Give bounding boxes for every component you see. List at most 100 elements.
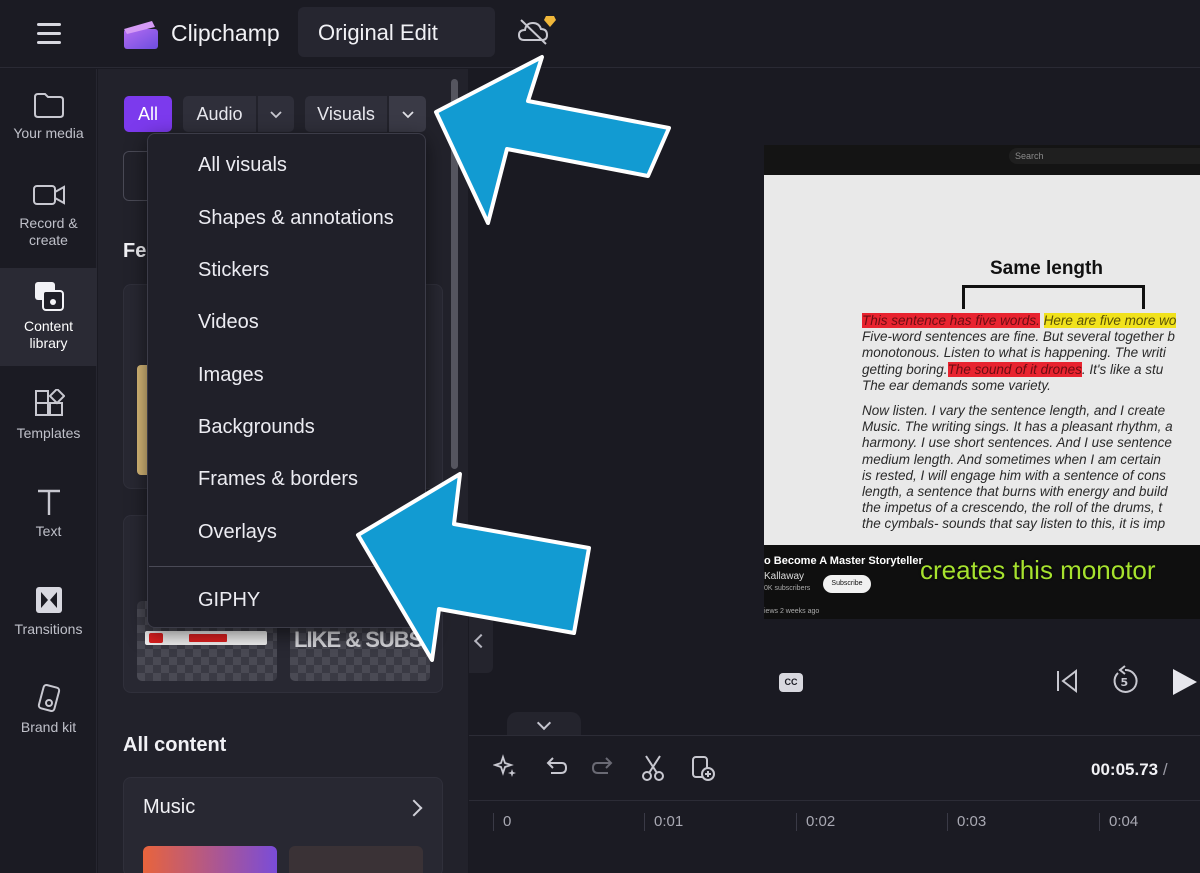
- video-line: . It's like a stu: [1081, 361, 1164, 377]
- cloud-offline-premium-icon[interactable]: [516, 14, 556, 48]
- folder-icon: [33, 93, 64, 118]
- video-bracket: [962, 285, 1145, 309]
- video-line: Five-word sentences are fine. But severa…: [862, 329, 1175, 345]
- rail-label: Text: [35, 523, 62, 539]
- timeline-toolbar: 00:05.73 /: [469, 736, 1200, 800]
- video-line: The ear demands some variety.: [862, 377, 1051, 393]
- video-line: Music. The writing sings. It has a pleas…: [862, 419, 1173, 435]
- rail-item-your-media[interactable]: Your media: [0, 91, 97, 161]
- top-bar: Clipchamp Original Edit: [0, 0, 1200, 68]
- skip-to-start-icon[interactable]: [1054, 667, 1080, 695]
- highlight-red: The sound of it drones: [947, 361, 1082, 377]
- video-line: is rested, I will engage him with a sent…: [862, 467, 1166, 483]
- menu-item-backgrounds[interactable]: Backgrounds: [198, 416, 315, 439]
- ruler-tick: 0:02: [796, 813, 835, 831]
- rewind-5-seconds-icon[interactable]: 5: [1109, 665, 1141, 697]
- video-camera-icon: [32, 185, 65, 205]
- closed-captions-button[interactable]: CC: [779, 673, 803, 692]
- menu-item-overlays[interactable]: Overlays: [198, 521, 277, 544]
- menu-item-images[interactable]: Images: [198, 364, 264, 387]
- visuals-dropdown-button[interactable]: [389, 96, 426, 132]
- yt-channel-name: Kallaway: [764, 571, 805, 582]
- brand-kit-icon: [37, 684, 60, 712]
- video-line: getting boring.: [862, 361, 948, 377]
- scissors-split-icon[interactable]: [640, 754, 666, 782]
- magic-sparkle-icon[interactable]: [493, 754, 519, 780]
- video-browser-bar: Search: [764, 145, 1200, 175]
- svg-text:5: 5: [1121, 676, 1129, 689]
- yt-subscribe-button: Subscribe: [823, 575, 871, 593]
- menu-item-giphy[interactable]: GIPHY: [198, 589, 260, 612]
- video-line: the impetus of a crescendo, the roll of …: [862, 500, 1163, 516]
- ruler-tick: 0:04: [1099, 813, 1138, 831]
- highlight-red: This sentence has five words.: [862, 313, 1040, 328]
- visuals-dropdown-menu: All visuals Shapes & annotations Sticker…: [147, 133, 426, 628]
- rail-label: Transitions: [14, 621, 83, 637]
- preview-area: Search Same length This sentence has fiv…: [469, 69, 1200, 736]
- music-thumbnail[interactable]: [143, 846, 277, 873]
- rail-label: Brand kit: [20, 719, 77, 735]
- video-text-block: This sentence has five words. Here are f…: [862, 313, 1200, 542]
- video-search-box: Search: [1009, 148, 1200, 164]
- templates-icon: [34, 389, 65, 416]
- time-separator: /: [1158, 760, 1168, 779]
- menu-item-videos[interactable]: Videos: [198, 311, 259, 334]
- video-heading: Same length: [990, 258, 1103, 279]
- rail-label: Templates: [16, 425, 81, 441]
- undo-icon[interactable]: [542, 754, 568, 780]
- menu-item-all-visuals[interactable]: All visuals: [198, 154, 287, 177]
- filter-tab-audio[interactable]: Audio: [183, 96, 256, 132]
- menu-item-shapes-annotations[interactable]: Shapes & annotations: [198, 207, 394, 230]
- timecode-display: 00:05.73 /: [1091, 760, 1168, 780]
- music-thumbnail[interactable]: [289, 846, 423, 873]
- music-category-card[interactable]: Music: [123, 777, 443, 873]
- current-time: 00:05.73: [1091, 760, 1159, 779]
- rail-label: Your media: [13, 125, 84, 141]
- menu-item-stickers[interactable]: Stickers: [198, 259, 269, 282]
- chevron-down-icon: [401, 111, 414, 119]
- video-line: the cymbals- sounds that say listen to t…: [862, 516, 1166, 532]
- filter-tab-visuals[interactable]: Visuals: [305, 96, 387, 132]
- redo-icon[interactable]: [591, 754, 617, 780]
- video-caption: creates this monotor: [920, 555, 1156, 585]
- video-line: Now listen. I vary the sentence length, …: [862, 403, 1166, 419]
- video-line: monotonous. Listen to what is happening.…: [862, 345, 1166, 361]
- highlight-yellow: Here are five more wo: [1043, 313, 1177, 328]
- clipchamp-logo: [124, 21, 158, 49]
- collapse-panel-button[interactable]: [469, 609, 493, 673]
- timeline: 00:05.73 / 0 0:01 0:02 0:03 0:04: [469, 735, 1200, 873]
- ruler-tick: 0:01: [644, 813, 683, 831]
- project-name-field[interactable]: Original Edit: [298, 7, 495, 57]
- rail-item-templates[interactable]: Templates: [0, 389, 97, 459]
- rail-item-transitions[interactable]: Transitions: [0, 585, 97, 655]
- expand-timeline-button[interactable]: [507, 712, 581, 736]
- ruler-tick: 0: [493, 813, 511, 831]
- chevron-right-icon: [405, 799, 423, 817]
- all-content-heading: All content: [123, 734, 227, 756]
- play-icon[interactable]: [1169, 667, 1199, 697]
- rail-item-brand-kit[interactable]: Brand kit: [0, 683, 97, 753]
- add-clip-icon[interactable]: [689, 754, 717, 782]
- rail-item-record-create[interactable]: Record & create: [0, 181, 97, 261]
- content-library-icon: [34, 282, 64, 311]
- video-preview[interactable]: Search Same length This sentence has fiv…: [764, 145, 1200, 619]
- timeline-ruler[interactable]: 0 0:01 0:02 0:03 0:04: [469, 800, 1200, 873]
- rail-label: Content library: [23, 318, 74, 351]
- yt-views: iews 2 weeks ago: [764, 608, 820, 615]
- menu-item-frames-borders[interactable]: Frames & borders: [198, 468, 358, 491]
- panel-scrollbar[interactable]: [451, 79, 458, 469]
- yt-subscriber-count: 0K subscribers: [764, 585, 811, 592]
- video-line: harmony. I use short sentences. And I us…: [862, 435, 1172, 451]
- rail-label: Record & create: [19, 215, 78, 248]
- sticker-text: LIKE & SUBSCRIBE: [294, 627, 430, 652]
- music-card-title: Music: [143, 796, 196, 818]
- yt-video-title: o Become A Master Storyteller: [764, 555, 923, 567]
- left-nav-rail: Your media Record & create Content libra…: [0, 69, 97, 873]
- filter-tab-all[interactable]: All: [124, 96, 172, 132]
- rail-item-text[interactable]: Text: [0, 487, 97, 557]
- hamburger-menu-icon[interactable]: [30, 18, 68, 48]
- rail-item-content-library[interactable]: Content library: [0, 268, 97, 366]
- video-line: length, a sentence that burns with energ…: [862, 484, 1168, 500]
- transitions-icon: [35, 587, 62, 613]
- audio-dropdown-button[interactable]: [258, 96, 294, 132]
